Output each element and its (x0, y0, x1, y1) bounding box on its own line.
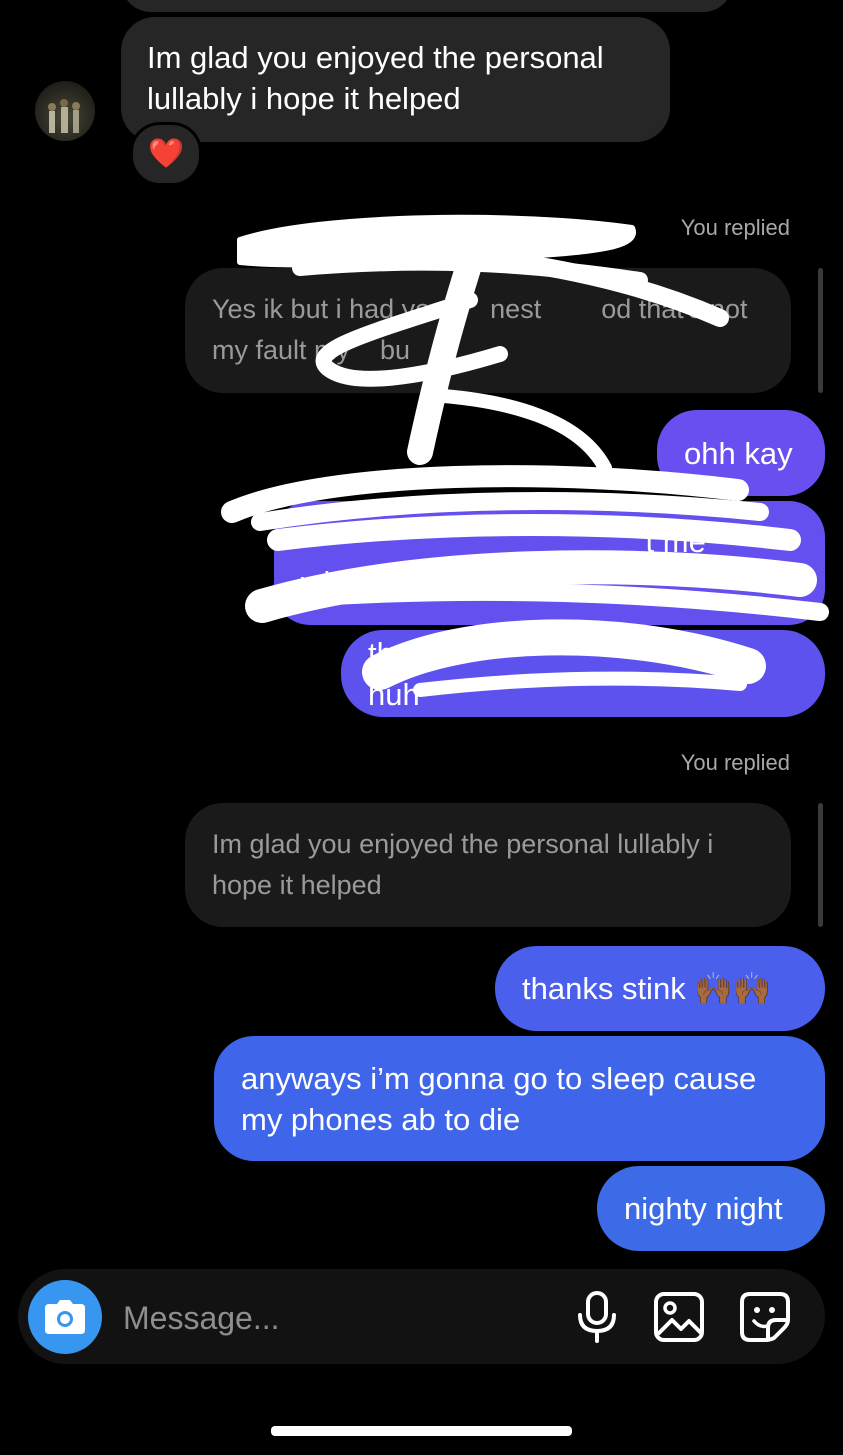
you-replied-label: You replied (680, 750, 790, 775)
outgoing-message[interactable]: anyways i’m gonna go to sleep cause my p… (214, 1036, 825, 1161)
message-text: anyways i’m gonna go to sleep cause my p… (241, 1060, 757, 1137)
outgoing-message[interactable]: thanks stink 🙌🏾🙌🏾 (495, 946, 825, 1031)
redaction-scribble (221, 214, 829, 697)
quoted-message[interactable]: Im glad you enjoyed the personal lullabl… (185, 803, 791, 927)
message-text: thanks stink 🙌🏾🙌🏾 (522, 971, 772, 1006)
message-input[interactable] (121, 1294, 545, 1342)
quote-bar (818, 803, 823, 927)
home-indicator[interactable] (271, 1426, 572, 1436)
message-text: nighty night (624, 1191, 783, 1226)
camera-icon (45, 1300, 85, 1334)
gallery-icon[interactable] (654, 1292, 704, 1342)
outgoing-message[interactable]: nighty night (597, 1166, 825, 1251)
microphone-icon[interactable] (575, 1291, 619, 1343)
camera-button[interactable] (28, 1280, 102, 1354)
sticker-icon[interactable] (740, 1292, 790, 1342)
